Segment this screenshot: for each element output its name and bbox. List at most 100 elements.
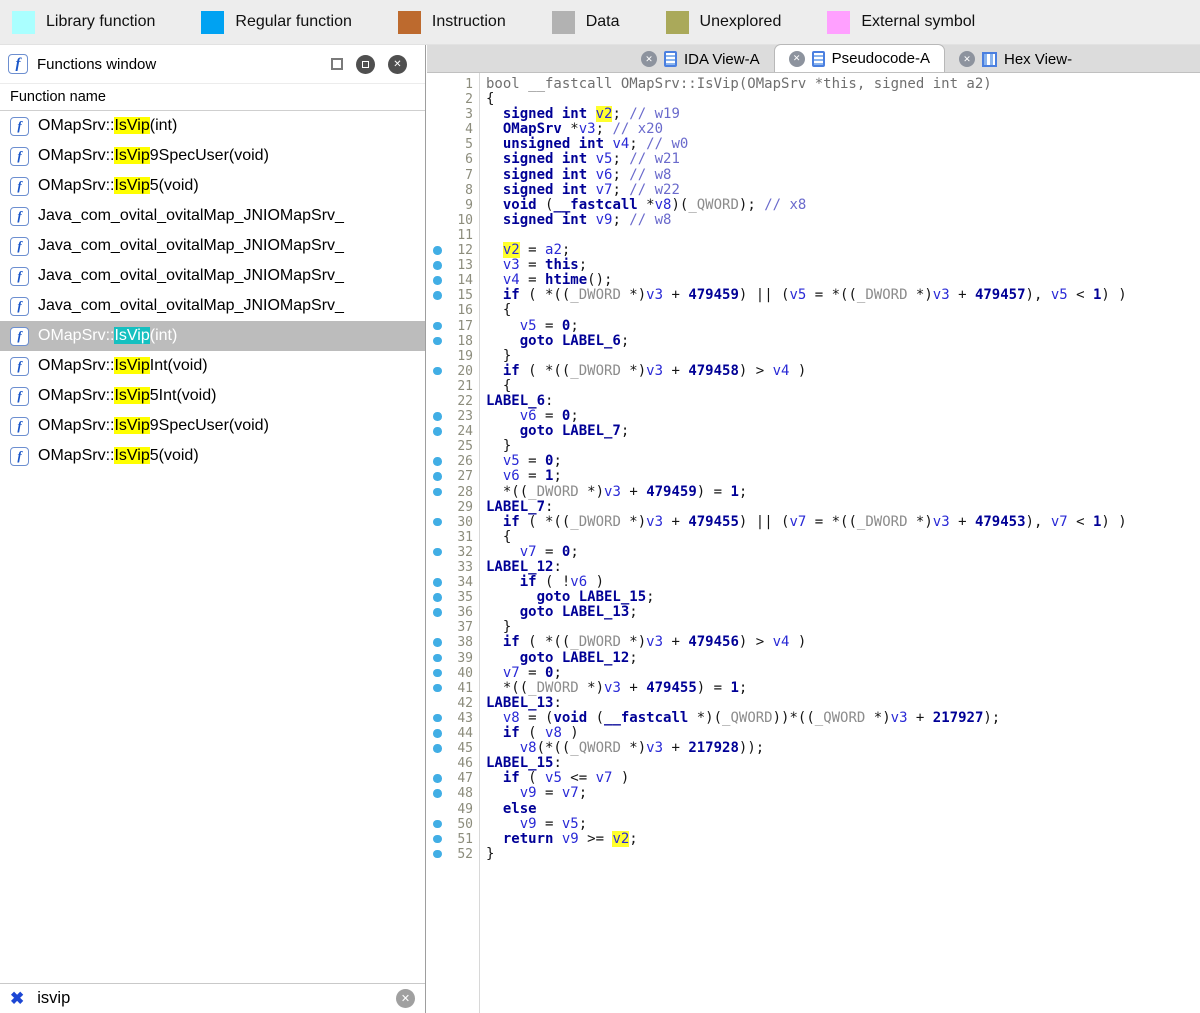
- code-line[interactable]: 6 signed int v5; // w21: [427, 152, 1200, 168]
- code-line[interactable]: 26 v5 = 0;: [427, 454, 1200, 469]
- code-text: signed int v6; // w8: [477, 167, 672, 183]
- code-text: v7 = 0;: [477, 665, 562, 681]
- code-line[interactable]: 27 v6 = 1;: [427, 469, 1200, 484]
- code-line[interactable]: 11: [427, 228, 1200, 243]
- code-line[interactable]: 50 v9 = v5;: [427, 815, 1200, 832]
- function-list-item[interactable]: OMapSrv::IsVip9SpecUser(void): [0, 411, 425, 441]
- code-line[interactable]: 31 {: [427, 529, 1200, 545]
- function-list-item[interactable]: OMapSrv::IsVip5(void): [0, 171, 425, 201]
- code-line[interactable]: 12 v2 = a2;: [427, 242, 1200, 259]
- code-token: LABEL_6: [486, 392, 546, 409]
- code-line[interactable]: 40 v7 = 0;: [427, 665, 1200, 681]
- code-line[interactable]: 3 signed int v2; // w19: [427, 106, 1200, 123]
- code-line[interactable]: 1 bool __fastcall OMapSrv::IsVip(OMapSrv …: [427, 76, 1200, 92]
- function-name-suffix: (int): [149, 327, 178, 344]
- code-line[interactable]: 22 LABEL_6:: [427, 392, 1200, 409]
- function-name-column-header[interactable]: Function name: [0, 83, 425, 111]
- restore-icon[interactable]: [331, 58, 343, 70]
- code-line[interactable]: 14 v4 = htime();: [427, 273, 1200, 288]
- code-text: if ( *((_DWORD *)v3 + 479458) > v4 ): [477, 363, 807, 379]
- function-list-item[interactable]: Java_com_ovital_ovitalMap_JNIOMapSrv_: [0, 201, 425, 231]
- code-line[interactable]: 37 }: [427, 620, 1200, 636]
- line-number: 7: [465, 167, 473, 183]
- legend-swatch: [397, 10, 421, 34]
- function-list-item[interactable]: OMapSrv::IsVip5Int(void): [0, 381, 425, 411]
- code-line[interactable]: 23 v6 = 0;: [427, 409, 1200, 424]
- code-line[interactable]: 48 v9 = v7;: [427, 786, 1200, 801]
- function-list-item[interactable]: Java_com_ovital_ovitalMap_JNIOMapSrv_: [0, 231, 425, 261]
- legend-item: Data: [551, 10, 620, 34]
- code-line[interactable]: 19 }: [427, 348, 1200, 364]
- code-line[interactable]: 52}: [427, 846, 1200, 862]
- function-list-item[interactable]: OMapSrv::IsVipInt(void): [0, 351, 425, 381]
- code-line[interactable]: 17 v5 = 0;: [427, 318, 1200, 334]
- code-token: 479457: [974, 287, 1026, 304]
- code-line[interactable]: 44 if ( v8 ): [427, 725, 1200, 742]
- clear-filter-icon[interactable]: [396, 989, 415, 1008]
- code-line[interactable]: 49 else: [427, 801, 1200, 817]
- code-line[interactable]: 35 goto LABEL_15;: [427, 590, 1200, 605]
- code-token: LABEL_7: [486, 498, 546, 515]
- code-token: goto: [486, 589, 579, 606]
- code-line[interactable]: 28 *((_DWORD *)v3 + 479459) = 1;: [427, 484, 1200, 500]
- tab-hex-view[interactable]: Hex View-: [945, 46, 1086, 72]
- code-line[interactable]: 47 if ( v5 <= v7 ): [427, 771, 1200, 786]
- function-list-item[interactable]: OMapSrv::IsVip(int): [0, 111, 425, 141]
- tab-close-icon[interactable]: [788, 50, 805, 67]
- code-line[interactable]: 45 v8(*((_QWORD *)v3 + 217928));: [427, 741, 1200, 756]
- maximize-icon[interactable]: [356, 54, 375, 74]
- code-token: ;: [629, 136, 647, 153]
- tab-close-icon[interactable]: [959, 51, 975, 67]
- code-token: *): [907, 287, 933, 304]
- code-line[interactable]: 8 signed int v7; // w22: [427, 182, 1200, 198]
- code-line[interactable]: 39 goto LABEL_12;: [427, 650, 1200, 666]
- function-list-item[interactable]: Java_com_ovital_ovitalMap_JNIOMapSrv_: [0, 261, 425, 291]
- code-line[interactable]: 5 unsigned int v4; // w0: [427, 136, 1200, 153]
- code-line[interactable]: 25 }: [427, 439, 1200, 455]
- code-line[interactable]: 18 goto LABEL_6;: [427, 333, 1200, 349]
- function-list-item[interactable]: Java_com_ovital_ovitalMap_JNIOMapSrv_: [0, 291, 425, 321]
- code-line[interactable]: 43 v8 = (void (__fastcall *)(_QWORD))*((…: [427, 710, 1200, 726]
- code-token: v3: [646, 513, 664, 530]
- code-line[interactable]: 30 if ( *((_DWORD *)v3 + 479455) || (v7 …: [427, 513, 1200, 530]
- code-token: unsigned int: [486, 136, 613, 153]
- maximize-glyph: [362, 60, 369, 68]
- filter-input[interactable]: isvip: [37, 989, 383, 1008]
- code-line[interactable]: 9 void (__fastcall *v8)(_QWORD); // x8: [427, 197, 1200, 213]
- address-dot: [433, 276, 442, 285]
- code-line[interactable]: 29 LABEL_7:: [427, 498, 1200, 515]
- code-line[interactable]: 34 if ( !v6 ): [427, 575, 1200, 590]
- code-token: *): [620, 287, 647, 304]
- code-line[interactable]: 51 return v9 >= v2;: [427, 830, 1200, 847]
- code-token: (: [519, 725, 546, 742]
- code-line[interactable]: 33 LABEL_12:: [427, 559, 1200, 575]
- code-token: v9: [595, 211, 613, 228]
- code-line[interactable]: 24 goto LABEL_7;: [427, 424, 1200, 439]
- tab-pseudocode-a[interactable]: Pseudocode-A: [773, 44, 945, 72]
- function-list-item[interactable]: OMapSrv::IsVip9SpecUser(void): [0, 141, 425, 171]
- code-token: v5: [561, 815, 579, 832]
- tab-close-icon[interactable]: [641, 51, 657, 67]
- function-list-item[interactable]: OMapSrv::IsVip(int): [0, 321, 425, 351]
- code-line[interactable]: 2{: [427, 92, 1200, 108]
- code-token: 1: [730, 679, 739, 696]
- function-list-item[interactable]: OMapSrv::IsVip5(void): [0, 441, 425, 471]
- code-line[interactable]: 41 *((_DWORD *)v3 + 479455) = 1;: [427, 679, 1200, 696]
- code-line[interactable]: 42 LABEL_13:: [427, 695, 1200, 711]
- code-line[interactable]: 4 OMapSrv *v3; // x20: [427, 122, 1200, 138]
- code-line[interactable]: 10 signed int v9; // w8: [427, 211, 1200, 228]
- code-line[interactable]: 7 signed int v6; // w8: [427, 167, 1200, 183]
- code-line[interactable]: 32 v7 = 0;: [427, 544, 1200, 560]
- code-line[interactable]: 13 v3 = this;: [427, 258, 1200, 273]
- code-line[interactable]: 21 {: [427, 378, 1200, 394]
- code-line[interactable]: 20 if ( *((_DWORD *)v3 + 479458) > v4 ): [427, 363, 1200, 379]
- tab-ida-view-a[interactable]: IDA View-A: [627, 46, 774, 72]
- code-line[interactable]: 15 if ( *((_DWORD *)v3 + 479459) || (v5 …: [427, 288, 1200, 303]
- code-line[interactable]: 36 goto LABEL_13;: [427, 605, 1200, 620]
- code-line[interactable]: 16 {: [427, 303, 1200, 319]
- code-line[interactable]: 38 if ( *((_DWORD *)v3 + 479456) > v4 ): [427, 635, 1200, 650]
- code-token: _DWORD: [570, 634, 621, 651]
- close-icon[interactable]: [388, 54, 407, 74]
- code-line[interactable]: 46 LABEL_15:: [427, 756, 1200, 772]
